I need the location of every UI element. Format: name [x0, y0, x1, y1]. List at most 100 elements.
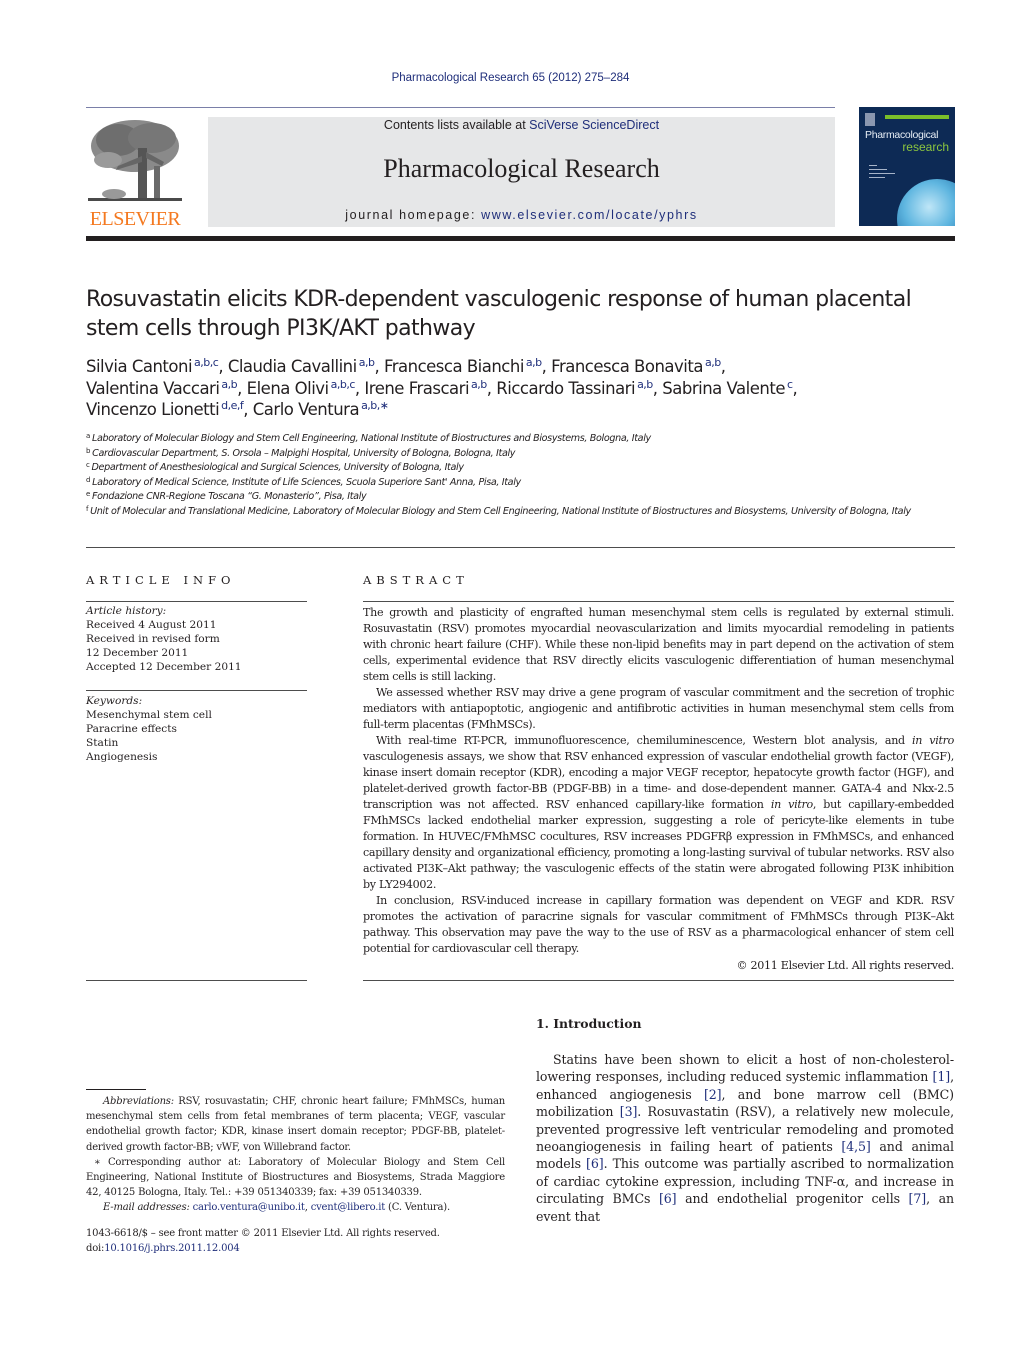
issn-block: 1043-6618/$ – see front matter © 2011 El… — [86, 1226, 506, 1256]
introduction-text: Statins have been shown to elicit a host… — [536, 1052, 954, 1085]
affiliation-key: f — [86, 504, 89, 513]
author-separator: , — [243, 400, 253, 419]
email-label: E-mail addresses: — [103, 1202, 190, 1214]
author-affiliation-marker[interactable]: a,b — [471, 378, 487, 391]
abstract-divider — [363, 601, 954, 602]
cover-accent-bar — [885, 115, 949, 119]
keyword-item: Mesenchymal stem cell — [86, 709, 212, 721]
abstract-text: With real-time RT-PCR, immunofluorescenc… — [376, 734, 912, 747]
author-name: Carlo Ventura — [252, 400, 360, 419]
abbreviations-label: Abbreviations: — [103, 1096, 174, 1107]
affiliation-key: a — [86, 432, 90, 440]
author-affiliation-marker[interactable]: a,b — [637, 378, 653, 391]
abstract-bottom-divider — [363, 980, 954, 981]
history-item: 12 December 2011 — [86, 647, 189, 659]
issn-line: 1043-6618/$ – see front matter © 2011 El… — [86, 1228, 440, 1239]
author-separator: , — [218, 357, 228, 376]
affiliation-list: a Laboratory of Molecular Biology and Ste… — [86, 432, 956, 519]
keywords-divider — [86, 690, 307, 691]
cover-image — [897, 179, 955, 226]
introduction-text: and endothelial progenitor cells — [676, 1191, 909, 1207]
article-info-bottom-divider — [86, 980, 307, 981]
author-list: Silvia Cantoni a,b,c, Claudia Cavallini a,… — [86, 356, 966, 421]
author-affiliation-marker[interactable]: a,b — [359, 356, 375, 369]
author-name: Sabrina Valente — [662, 378, 785, 398]
reference-link[interactable]: [6] — [586, 1156, 604, 1171]
elsevier-tree-icon — [88, 120, 182, 201]
author-separator: , — [792, 378, 798, 398]
affiliation-item: c Department of Anesthesiological and Sur… — [86, 461, 956, 476]
introduction-heading: 1. Introduction — [536, 1016, 642, 1031]
keyword-item: Paracrine effects — [86, 723, 177, 735]
header-thick-divider — [86, 236, 955, 241]
reference-link[interactable]: [3] — [620, 1104, 638, 1119]
history-item: Accepted 12 December 2011 — [86, 661, 242, 673]
history-item: Received in revised form — [86, 633, 220, 645]
author-name: Silvia Cantoni — [86, 357, 193, 376]
footnotes: Abbreviations: RSV, rosuvastatin; CHF, c… — [86, 1094, 505, 1216]
keyword-item: Angiogenesis — [86, 751, 158, 763]
email-link-2[interactable]: cvent@libero.it — [311, 1202, 386, 1213]
affiliation-item: e Fondazione CNR-Regione Toscana “G. Mona… — [86, 490, 956, 505]
author-affiliation-marker[interactable]: a,b — [221, 378, 237, 391]
corresponding-author-footnote: ∗ Corresponding author at: Laboratory of… — [86, 1156, 505, 1199]
abstract-italic: in vitro — [912, 734, 954, 747]
contents-line: Contents lists available at SciVerse Sci… — [208, 117, 835, 133]
affiliation-item: a Laboratory of Molecular Biology and Ste… — [86, 432, 956, 447]
journal-citation[interactable]: Pharmacological Research 65 (2012) 275–2… — [0, 72, 1021, 84]
doi-link[interactable]: 10.1016/j.phrs.2011.12.004 — [104, 1243, 240, 1254]
reference-link[interactable]: [4,5] — [841, 1139, 870, 1154]
author-affiliation-marker[interactable]: a,b — [526, 356, 542, 369]
keywords-label: Keywords: — [86, 695, 143, 707]
doi-line: doi:10.1016/j.phrs.2011.12.004 — [86, 1241, 506, 1256]
affiliation-key: b — [86, 446, 91, 455]
keywords-section: Keywords: Mesenchymal stem cell Paracrine… — [86, 694, 308, 764]
author-name: Irene Frascari — [364, 378, 470, 398]
journal-title: Pharmacological Research — [383, 154, 660, 183]
keywords-list: Mesenchymal stem cell Paracrine effects St… — [86, 708, 308, 764]
homepage-prefix: journal homepage: — [345, 208, 482, 222]
email-link-1[interactable]: carlo.ventura@unibo.it — [193, 1202, 305, 1213]
keyword-item: Statin — [86, 737, 119, 749]
article-title: Rosuvastatin elicits KDR-dependent vascu… — [86, 287, 912, 341]
author-affiliation-marker[interactable]: a,b,c — [331, 378, 356, 391]
affiliation-key: e — [86, 490, 90, 498]
affiliation-text: Unit of Molecular and Translational Medi… — [90, 505, 911, 517]
author-affiliation-marker[interactable]: d,e,f — [221, 399, 244, 412]
reference-link[interactable]: [2] — [704, 1087, 722, 1102]
author-separator: , — [652, 378, 663, 398]
sciencedirect-link[interactable]: SciVerse ScienceDirect — [529, 118, 659, 132]
journal-cover-thumbnail[interactable]: Pharmacological research — [859, 107, 955, 226]
author-separator: , — [541, 357, 552, 376]
reference-link[interactable]: [7] — [909, 1191, 927, 1206]
homepage-link[interactable]: www.elsevier.com/locate/yphrs — [481, 208, 698, 222]
author-separator: , — [720, 357, 726, 376]
history-item: Received 4 August 2011 — [86, 619, 217, 631]
reference-link[interactable]: [6] — [659, 1191, 677, 1206]
author-affiliation-marker[interactable]: a,b,c — [194, 356, 219, 369]
author-separator: , — [237, 378, 247, 398]
affiliation-key: d — [86, 475, 91, 484]
cover-title-line2: research — [902, 140, 949, 154]
author-separator: , — [374, 357, 384, 376]
affiliation-item: f Unit of Molecular and Translational Med… — [86, 505, 956, 520]
affiliation-divider — [86, 547, 955, 548]
abstract-paragraph: We assessed whether RSV may drive a gene… — [363, 686, 954, 731]
elsevier-logo[interactable]: ELSEVIER — [84, 118, 186, 230]
email-footnote: E-mail addresses: carlo.ventura@unibo.it… — [86, 1200, 505, 1215]
affiliation-text: Laboratory of Medical Science, Institute… — [92, 476, 521, 488]
header-divider — [86, 107, 835, 108]
introduction-body: Statins have been shown to elicit a host… — [536, 1051, 954, 1225]
affiliation-item: d Laboratory of Medical Science, Institut… — [86, 476, 956, 491]
author-name: Francesca Bonavita — [551, 357, 703, 376]
article-info-divider — [86, 601, 307, 602]
affiliation-text: Cardiovascular Department, S. Orsola – M… — [92, 447, 516, 459]
author-affiliation-marker[interactable]: a,b,∗ — [361, 399, 389, 412]
author-affiliation-marker[interactable]: a,b — [705, 356, 721, 369]
article-history: Article history: Received 4 August 2011 R… — [86, 604, 308, 674]
email-suffix: (C. Ventura). — [385, 1202, 450, 1214]
abbreviations-footnote: Abbreviations: RSV, rosuvastatin; CHF, c… — [86, 1094, 505, 1155]
reference-link[interactable]: [1] — [933, 1069, 951, 1084]
affiliation-text: Fondazione CNR-Regione Toscana “G. Monas… — [91, 491, 367, 502]
abstract-text: , but capillary-embedded FMhMSCs lacked … — [363, 798, 955, 891]
